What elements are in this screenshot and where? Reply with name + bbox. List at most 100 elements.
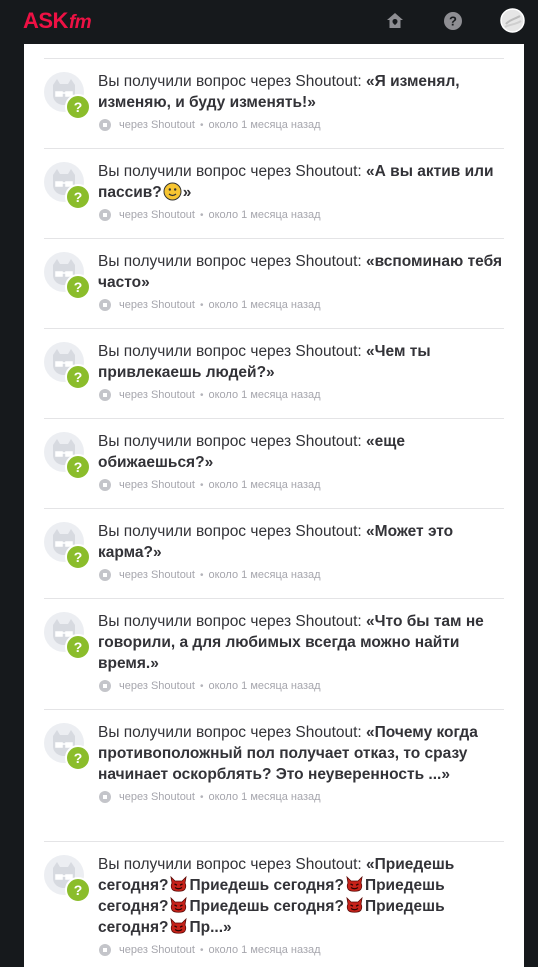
notification-meta: через Shoutout • около 1 месяца назад [98, 208, 504, 222]
notification-text: Вы получили вопрос через Shoutout: «еще … [98, 431, 504, 473]
notification-text: Вы получили вопрос через Shoutout: «Что … [98, 611, 504, 674]
timestamp: около 1 месяца назад [208, 389, 321, 401]
notification-meta: через Shoutout • около 1 месяца назад [98, 298, 504, 312]
notification-meta: через Shoutout • около 1 месяца назад [98, 118, 504, 132]
notification-item[interactable]: ? Вы получили вопрос через Shoutout: «еще… [44, 418, 504, 491]
notification-prefix: Вы получили вопрос через Shoutout: [98, 343, 367, 360]
question-badge-icon: ? [65, 544, 91, 570]
question-badge-icon: ? [65, 454, 91, 480]
question-badge-icon: ? [65, 634, 91, 660]
source-label: через Shoutout [119, 299, 195, 311]
home-icon[interactable] [384, 10, 406, 32]
timestamp: около 1 месяца назад [208, 209, 321, 221]
notification-prefix: Вы получили вопрос через Shoutout: [98, 856, 367, 873]
timestamp: около 1 месяца назад [208, 479, 321, 491]
notification-text: Вы получили вопрос через Shoutout: «Чем … [98, 341, 504, 383]
shoutout-icon [99, 944, 111, 956]
source-label: через Shoutout [119, 389, 195, 401]
logo-main-text: ASK [23, 8, 68, 33]
notification-body: Вы получили вопрос через Shoutout: «Може… [98, 521, 504, 582]
question-badge-icon: ? [65, 877, 91, 903]
devil-emoji-icon [345, 875, 364, 894]
meta-separator: • [199, 389, 204, 401]
question-badge-icon: ? [65, 364, 91, 390]
notification-text: Вы получили вопрос через Shoutout: «А вы… [98, 161, 504, 203]
notification-text: Вы получили вопрос через Shoutout: «Я из… [98, 71, 504, 113]
source-label: через Shoutout [119, 944, 195, 956]
meta-separator: • [199, 119, 204, 131]
notification-body: Вы получили вопрос через Shoutout: «Чем … [98, 341, 504, 402]
shoutout-icon [99, 389, 111, 401]
timestamp: около 1 месяца назад [208, 680, 321, 692]
shoutout-icon [99, 791, 111, 803]
notification-meta: через Shoutout • около 1 месяца назад [98, 568, 504, 582]
notification-prefix: Вы получили вопрос через Shoutout: [98, 433, 367, 450]
shoutout-icon [99, 569, 111, 581]
question-badge-icon: ? [65, 94, 91, 120]
timestamp: около 1 месяца назад [208, 569, 321, 581]
notification-prefix: Вы получили вопрос через Shoutout: [98, 73, 367, 90]
source-label: через Shoutout [119, 209, 195, 221]
notifications-feed: ? Вы получили вопрос через Shoutout: «Я и… [24, 44, 524, 967]
notification-meta: через Shoutout • около 1 месяца назад [98, 943, 504, 957]
meta-separator: • [199, 209, 204, 221]
timestamp: около 1 месяца назад [208, 944, 321, 956]
meta-separator: • [199, 680, 204, 692]
notification-body: Вы получили вопрос через Shoutout: «Прие… [98, 854, 504, 957]
question-badge-icon: ? [65, 274, 91, 300]
notification-prefix: Вы получили вопрос через Shoutout: [98, 523, 367, 540]
meta-separator: • [199, 479, 204, 491]
timestamp: около 1 месяца назад [208, 299, 321, 311]
source-label: через Shoutout [119, 569, 195, 581]
shoutout-icon [99, 209, 111, 221]
source-label: через Shoutout [119, 680, 195, 692]
timestamp: около 1 месяца назад [208, 119, 321, 131]
devil-emoji-icon [169, 875, 188, 894]
notification-meta: через Shoutout • около 1 месяца назад [98, 478, 504, 492]
notification-item[interactable]: ? Вы получили вопрос через Shoutout: «При… [44, 841, 504, 956]
avatar-icon[interactable] [500, 8, 525, 33]
shoutout-icon [99, 119, 111, 131]
question-badge-icon: ? [65, 184, 91, 210]
notification-body: Вы получили вопрос через Shoutout: «вспо… [98, 251, 504, 312]
notification-body: Вы получили вопрос через Shoutout: «Поче… [98, 722, 504, 804]
meta-separator: • [199, 791, 204, 803]
notification-item[interactable]: ? Вы получили вопрос через Shoutout: «А в… [44, 148, 504, 221]
notification-meta: через Shoutout • около 1 месяца назад [98, 790, 504, 804]
help-glyph: ? [449, 14, 457, 29]
notification-item[interactable]: ? Вы получили вопрос через Shoutout: «Я и… [44, 58, 504, 131]
notification-item[interactable]: ? Вы получили вопрос через Shoutout: «Что… [44, 598, 504, 692]
shoutout-icon [99, 299, 111, 311]
source-label: через Shoutout [119, 119, 195, 131]
shoutout-icon [99, 479, 111, 491]
notification-item[interactable]: ? Вы получили вопрос через Shoutout: «всп… [44, 238, 504, 311]
meta-separator: • [199, 944, 204, 956]
shoutout-icon [99, 680, 111, 692]
help-icon[interactable]: ? [442, 10, 464, 32]
notification-body: Вы получили вопрос через Shoutout: «Что … [98, 611, 504, 693]
notification-text: Вы получили вопрос через Shoutout: «Поче… [98, 722, 504, 785]
source-label: через Shoutout [119, 791, 195, 803]
notification-item[interactable]: ? Вы получили вопрос через Shoutout: «Мож… [44, 508, 504, 581]
timestamp: около 1 месяца назад [208, 791, 321, 803]
askfm-logo[interactable]: ASK fm [23, 8, 92, 34]
notification-body: Вы получили вопрос через Shoutout: «еще … [98, 431, 504, 492]
question-badge-icon: ? [65, 745, 91, 771]
notification-text: Вы получили вопрос через Shoutout: «вспо… [98, 251, 504, 293]
notification-body: Вы получили вопрос через Shoutout: «Я из… [98, 71, 504, 132]
top-navigation-bar: ASK fm ? [0, 0, 538, 44]
notification-text: Вы получили вопрос через Shoutout: «Прие… [98, 854, 504, 938]
notification-prefix: Вы получили вопрос через Shoutout: [98, 613, 367, 630]
notification-text: Вы получили вопрос через Shoutout: «Може… [98, 521, 504, 563]
source-label: через Shoutout [119, 479, 195, 491]
notification-item[interactable]: ? Вы получили вопрос через Shoutout: «Чем… [44, 328, 504, 401]
meta-separator: • [199, 299, 204, 311]
devil-emoji-icon [169, 896, 188, 915]
notification-prefix: Вы получили вопрос через Shoutout: [98, 724, 367, 741]
notification-item[interactable]: ? Вы получили вопрос через Shoutout: «Поч… [44, 709, 504, 803]
notification-meta: через Shoutout • около 1 месяца назад [98, 388, 504, 402]
notification-body: Вы получили вопрос через Shoutout: «А вы… [98, 161, 504, 222]
meta-separator: • [199, 569, 204, 581]
devil-emoji-icon [345, 896, 364, 915]
devil-emoji-icon [169, 917, 188, 936]
